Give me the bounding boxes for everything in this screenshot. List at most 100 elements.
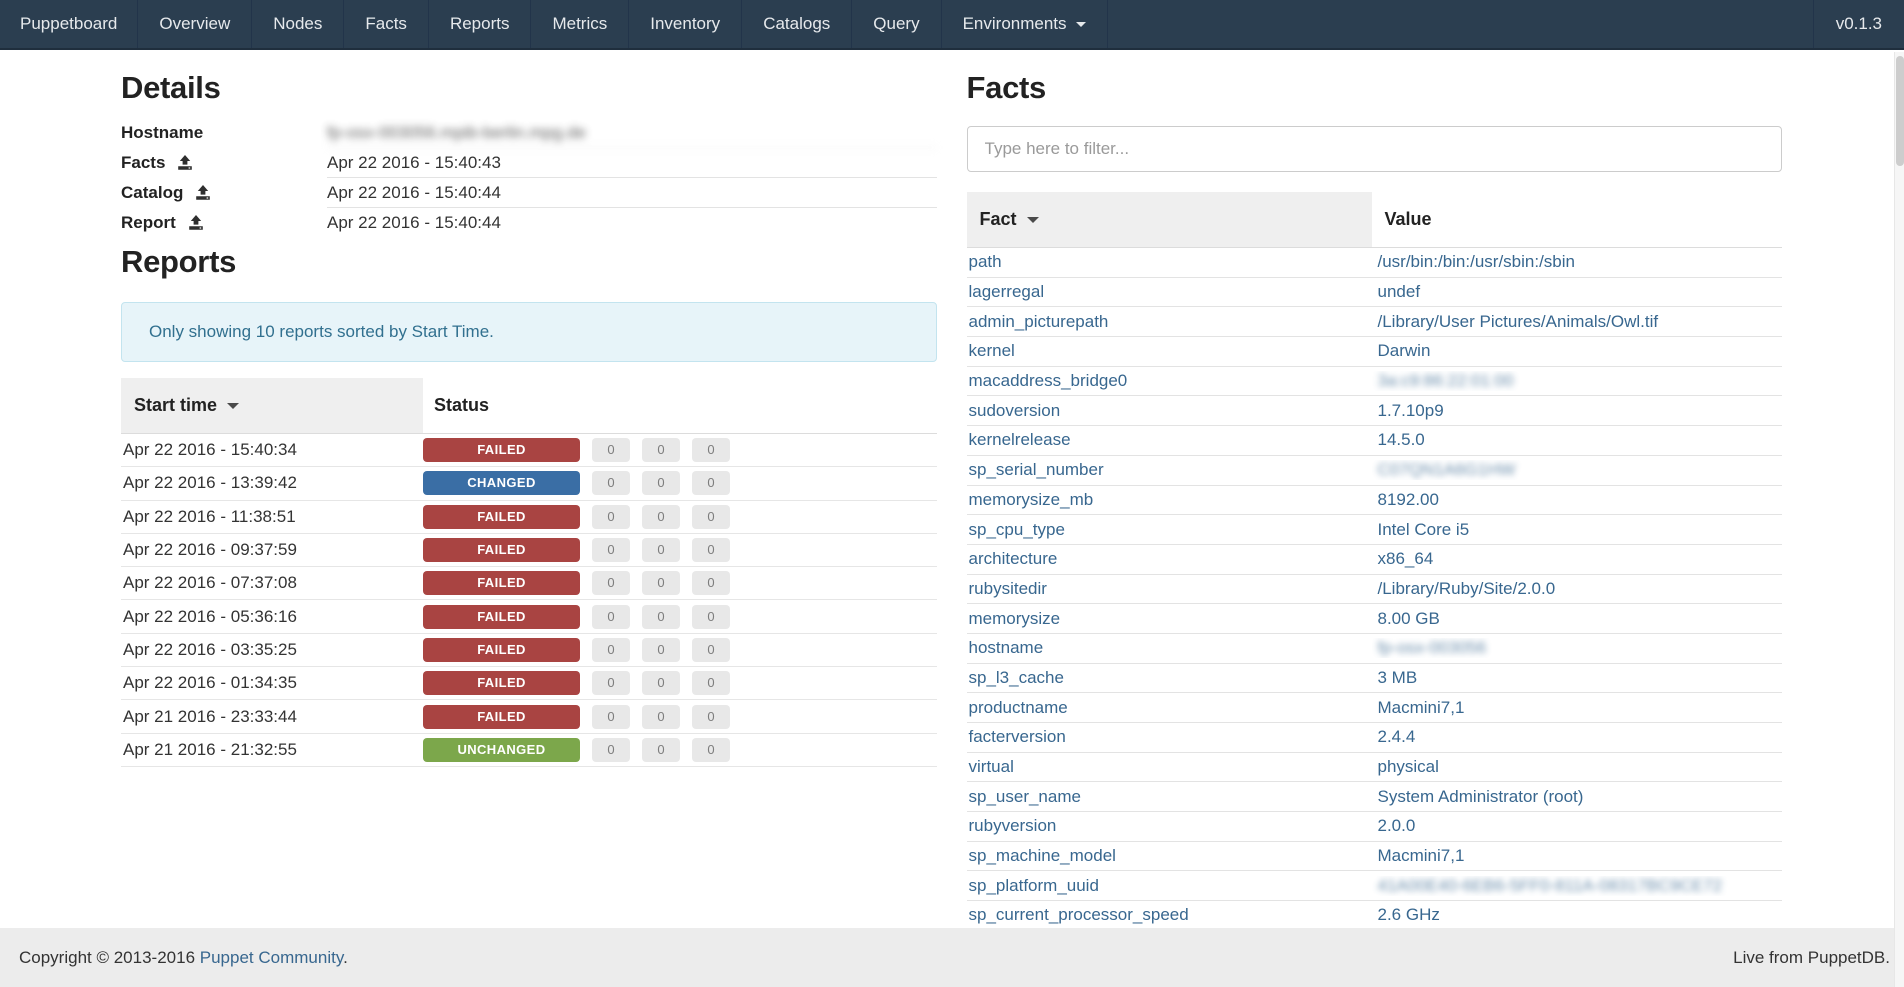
fact-value-link[interactable]: 2.0.0 [1378,816,1416,835]
fact-value-link[interactable]: 2.6 GHz [1378,905,1440,924]
main-content: Details Hostname fp-osx-003056.mpib-berl… [0,50,1904,931]
fact-value-link[interactable]: 3 MB [1378,668,1418,687]
reports-table-row: Apr 21 2016 - 23:33:44 FAILED 0 0 0 [121,700,937,733]
fact-name-link[interactable]: sp_current_processor_speed [969,905,1189,924]
scrollbar-track[interactable] [1894,52,1904,987]
scrollbar-thumb[interactable] [1896,56,1904,166]
facts-table-row: sp_l3_cache 3 MB [967,664,1783,694]
live-from-puppetdb-text: Live from PuppetDB. [1733,948,1890,967]
reports-notice: Only showing 10 reports sorted by Start … [121,302,937,362]
fact-name-link[interactable]: virtual [969,757,1014,776]
fact-name-link[interactable]: memorysize [969,609,1061,628]
status-header-label: Status [434,395,489,416]
report-start-time: Apr 22 2016 - 15:40:34 [121,440,423,460]
facts-table-row: productname Macmini7,1 [967,693,1783,723]
column-header-value[interactable]: Value [1372,192,1783,247]
nav-item-catalogs[interactable]: Catalogs [742,0,852,48]
fact-name-link[interactable]: sp_cpu_type [969,520,1065,539]
reports-table-body: Apr 22 2016 - 15:40:34 FAILED 0 0 0 Apr … [121,434,937,767]
fact-name-link[interactable]: lagerregal [969,282,1045,301]
report-status-badge: UNCHANGED [423,738,580,762]
fact-name-link[interactable]: sp_l3_cache [969,668,1064,687]
nav-item-reports[interactable]: Reports [429,0,532,48]
fact-name-link[interactable]: hostname [969,638,1044,657]
report-count: 0 [692,705,730,729]
report-count: 0 [642,438,680,462]
fact-name-link[interactable]: facterversion [969,727,1066,746]
fact-value-link[interactable]: /Library/Ruby/Site/2.0.0 [1378,579,1556,598]
column-header-status[interactable]: Status [423,378,937,433]
fact-value-link[interactable]: 14.5.0 [1378,430,1425,449]
fact-name-link[interactable]: macaddress_bridge0 [969,371,1128,390]
fact-name-link[interactable]: sudoversion [969,401,1061,420]
fact-value-link[interactable]: Intel Core i5 [1378,520,1470,539]
fact-name-link[interactable]: kernelrelease [969,430,1071,449]
nav-item-metrics[interactable]: Metrics [531,0,629,48]
fact-name-link[interactable]: path [969,252,1002,271]
report-start-time: Apr 22 2016 - 13:39:42 [121,473,423,493]
puppet-community-link[interactable]: Puppet Community [200,948,343,967]
nav-item-query[interactable]: Query [852,0,941,48]
fact-value-link[interactable]: System Administrator (root) [1378,787,1584,806]
fact-value-link[interactable]: Macmini7,1 [1378,698,1465,717]
fact-value-link[interactable]: x86_64 [1378,549,1434,568]
environments-dropdown[interactable]: Environments [942,0,1108,48]
fact-name-link[interactable]: sp_user_name [969,787,1081,806]
report-count: 0 [592,605,630,629]
nav-item-overview[interactable]: Overview [138,0,252,48]
fact-name-link[interactable]: productname [969,698,1068,717]
facts-table-row: sudoversion 1.7.10p9 [967,396,1783,426]
report-count: 0 [592,538,630,562]
facts-table-row: sp_machine_model Macmini7,1 [967,842,1783,872]
navbar: Puppetboard Overview Nodes Facts Reports… [0,0,1904,50]
footer-status: Live from PuppetDB. [1733,948,1890,968]
fact-value-link[interactable]: 8.00 GB [1378,609,1440,628]
fact-value-link[interactable]: physical [1378,757,1439,776]
fact-value-link[interactable]: C07QN1A6G1HW [1378,460,1516,479]
report-start-time: Apr 22 2016 - 09:37:59 [121,540,423,560]
column-header-fact[interactable]: Fact [967,192,1372,247]
fact-value-link[interactable]: fp-osx-003056 [1378,638,1487,657]
caret-down-icon [1076,22,1086,27]
fact-value-link[interactable]: 3a:c9:86:22:01:00 [1378,371,1514,390]
fact-name-link[interactable]: kernel [969,341,1015,360]
report-status-badge: FAILED [423,605,580,629]
fact-value-link[interactable]: /Library/User Pictures/Animals/Owl.tif [1378,312,1659,331]
nav-item-nodes[interactable]: Nodes [252,0,344,48]
fact-value-link[interactable]: Darwin [1378,341,1431,360]
fact-name-link[interactable]: rubyversion [969,816,1057,835]
fact-name-link[interactable]: architecture [969,549,1058,568]
caret-down-icon [1027,217,1039,223]
facts-table-row: sp_current_processor_speed 2.6 GHz [967,901,1783,931]
nav-item-inventory[interactable]: Inventory [629,0,742,48]
nav-brand[interactable]: Puppetboard [0,0,138,48]
facts-table-row: memorysize 8.00 GB [967,604,1783,634]
fact-name-link[interactable]: admin_picturepath [969,312,1109,331]
fact-name-link[interactable]: memorysize_mb [969,490,1094,509]
fact-value-link[interactable]: 1.7.10p9 [1378,401,1444,420]
detail-value: fp-osx-003056.mpib-berlin.mpg.de [327,118,937,148]
report-start-time: Apr 21 2016 - 23:33:44 [121,707,423,727]
nav-item-facts[interactable]: Facts [344,0,429,48]
facts-table-header: Fact Value [967,192,1783,248]
facts-filter-input[interactable] [967,126,1783,172]
fact-name-link[interactable]: sp_serial_number [969,460,1104,479]
fact-value-link[interactable]: undef [1378,282,1421,301]
fact-value-link[interactable]: Macmini7,1 [1378,846,1465,865]
report-count: 0 [592,638,630,662]
facts-table-row: sp_serial_number C07QN1A6G1HW [967,456,1783,486]
report-count: 0 [692,738,730,762]
column-header-start-time[interactable]: Start time [121,378,423,433]
fact-value-link[interactable]: /usr/bin:/bin:/usr/sbin:/sbin [1378,252,1575,271]
fact-name-link[interactable]: sp_machine_model [969,846,1116,865]
facts-table: Fact Value path /usr/bin:/bin:/usr/sbin:… [967,192,1783,931]
detail-row: Facts Apr 22 2016 - 15:40:43 [121,148,937,178]
fact-value-link[interactable]: 41A00E40-6EB6-5FF0-811A-08317BC9CE72 [1378,876,1723,895]
fact-name-link[interactable]: rubysitedir [969,579,1047,598]
report-count: 0 [642,571,680,595]
fact-value-link[interactable]: 2.4.4 [1378,727,1416,746]
fact-name-link[interactable]: sp_platform_uuid [969,876,1099,895]
facts-table-row: memorysize_mb 8192.00 [967,486,1783,516]
report-count: 0 [642,671,680,695]
fact-value-link[interactable]: 8192.00 [1378,490,1439,509]
